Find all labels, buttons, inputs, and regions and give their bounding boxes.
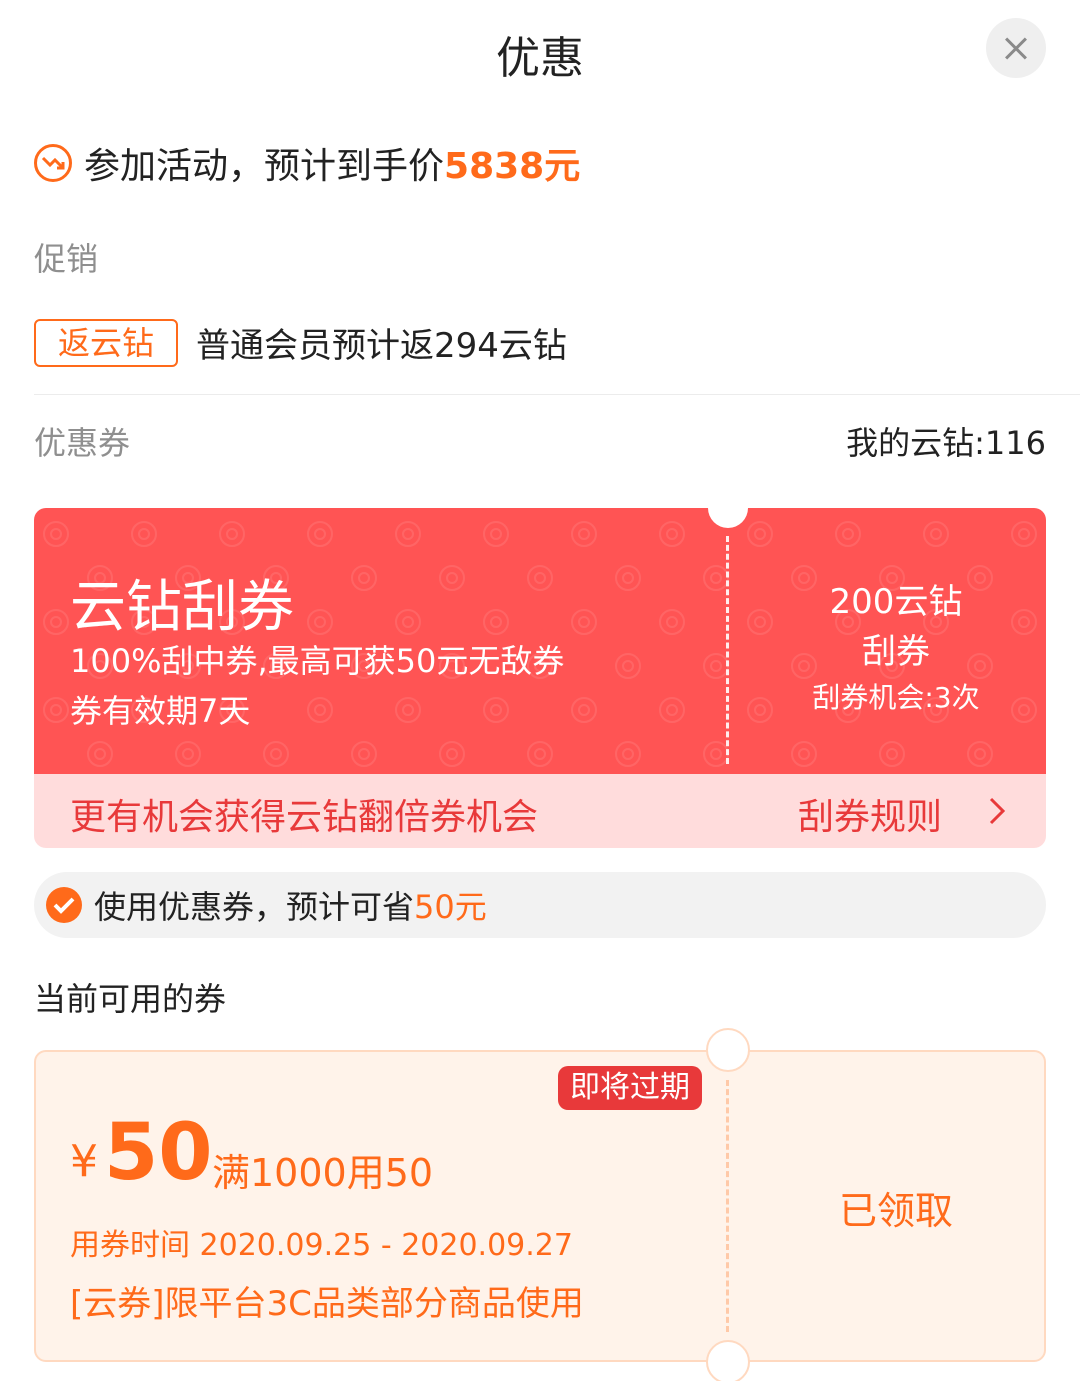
page-title: 优惠 [496, 33, 584, 84]
scratch-rules-link[interactable]: 刮券规则 [798, 788, 942, 840]
coupon-sheet: 优惠 参加活动，预计到手价 5838元 促销 返云钻 普通会员预计返294云钻 优… [0, 0, 1080, 1381]
ticket-divider [726, 536, 729, 764]
ticket-notch-top [706, 1028, 750, 1072]
scratch-cost: 200云钻 [829, 582, 963, 622]
scratch-button[interactable]: 刮券 [746, 624, 1046, 673]
coupon-scope: [云券]限平台3C品类部分商品使用 [70, 1284, 584, 1324]
scratch-card-main[interactable]: 云钻刮券 100%刮中券,最高可获50元无敌券 券有效期7天 200云钻 刮券 … [34, 508, 1046, 774]
use-coupon-text: 使用优惠券，预计可省50元 [94, 882, 487, 928]
scratch-validity: 券有效期7天 [70, 692, 251, 730]
coupons-label: 优惠券 [34, 424, 131, 462]
activity-price: 5838元 [444, 146, 581, 187]
activity-price-row: 参加活动，预计到手价 5838元 [34, 135, 580, 191]
price-down-icon [34, 144, 72, 182]
my-coins: 我的云钻:116 [846, 424, 1046, 462]
close-icon[interactable] [986, 18, 1046, 78]
scratch-coupon-card[interactable]: 云钻刮券 100%刮中券,最高可获50元无敌券 券有效期7天 200云钻 刮券 … [34, 508, 1046, 848]
scratch-title: 云钻刮券 [70, 575, 294, 640]
checkmark-icon[interactable] [46, 887, 82, 923]
coupon-time: 用券时间 2020.09.25 - 2020.09.27 [70, 1228, 573, 1263]
expiring-badge: 即将过期 [558, 1066, 702, 1110]
use-coupon-label: 使用优惠券，预计可省 [94, 888, 415, 926]
activity-text: 参加活动，预计到手价 [84, 146, 445, 187]
promotion-label: 促销 [34, 240, 99, 278]
ticket-notch-bottom [706, 1340, 750, 1381]
promotion-tag: 返云钻 [34, 318, 179, 367]
scratch-card-footer[interactable]: 更有机会获得云钻翻倍券机会 刮券规则 [34, 774, 1046, 848]
ticket-divider [726, 1080, 729, 1332]
promotion-text: 普通会员预计返294云钻 [196, 326, 567, 366]
coupon-condition: 满1000用50 [212, 1151, 434, 1195]
available-coupons-title: 当前可用的券 [34, 980, 227, 1018]
promotion-row: 返云钻 普通会员预计返294云钻 [34, 318, 567, 367]
use-coupon-amount: 50元 [414, 888, 487, 926]
coupon-card[interactable]: 即将过期 ¥ 50 满1000用50 用券时间 2020.09.25 - 202… [34, 1028, 1046, 1381]
scratch-desc: 100%刮中券,最高可获50元无敌券 [70, 642, 565, 680]
chevron-right-icon[interactable] [988, 796, 1006, 826]
coupon-value: 50 [104, 1108, 213, 1198]
scratch-more-text: 更有机会获得云钻翻倍券机会 [70, 797, 539, 838]
header: 优惠 [0, 0, 1080, 100]
scratch-chances: 刮券机会:3次 [812, 681, 980, 714]
coupon-claimed-status[interactable]: 已领取 [746, 1180, 1046, 1235]
divider [34, 394, 1080, 395]
coupon-currency: ¥ [70, 1136, 98, 1187]
use-coupon-toggle[interactable]: 使用优惠券，预计可省50元 [34, 872, 1046, 938]
